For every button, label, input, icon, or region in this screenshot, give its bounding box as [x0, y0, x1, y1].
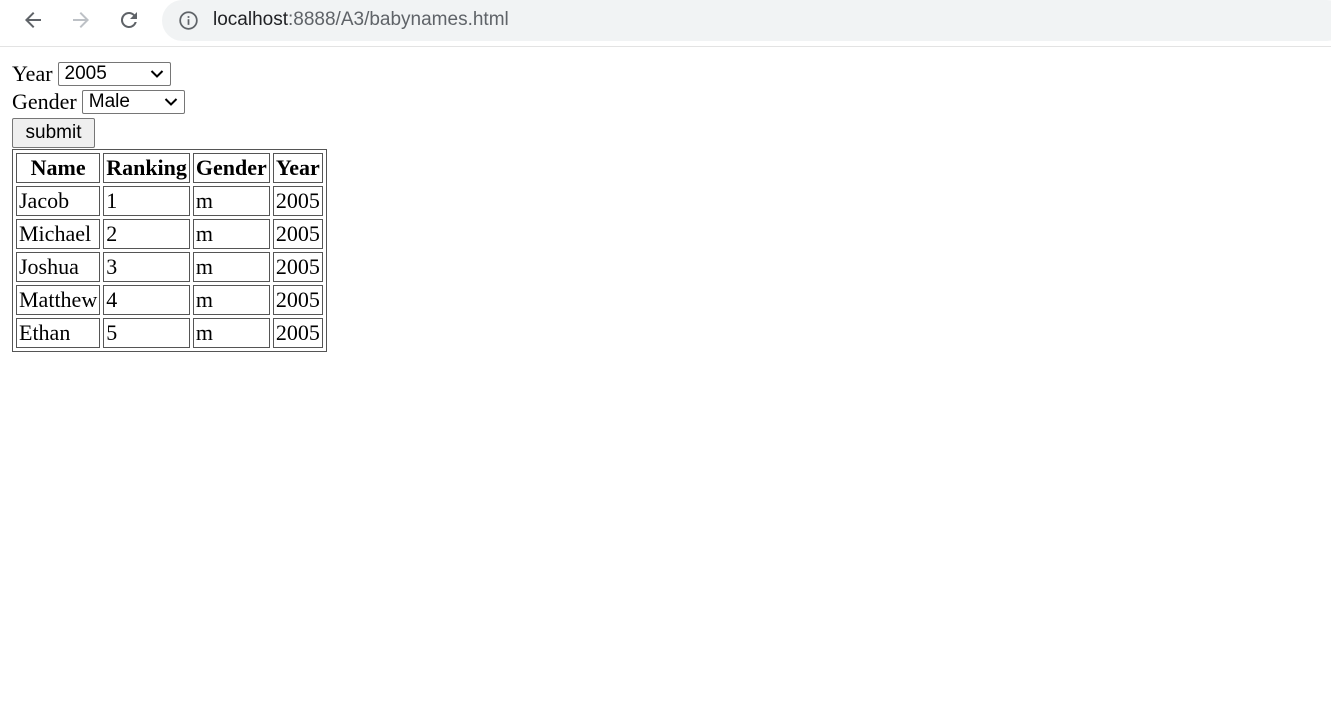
name-cell: Joshua: [16, 252, 101, 282]
back-button[interactable]: [17, 4, 49, 36]
info-icon[interactable]: [178, 10, 199, 31]
column-header: Name: [16, 153, 101, 183]
page-content: Year 2005 Gender Male submit Name Rankin…: [12, 60, 327, 352]
name-cell: Ethan: [16, 318, 101, 348]
ranking-cell: 2: [103, 219, 190, 249]
arrow-left-icon: [25, 12, 41, 28]
gender-cell: m: [192, 219, 270, 249]
ranking-cell: 5: [103, 318, 190, 348]
year-cell: 2005: [272, 252, 323, 282]
arrow-right-icon: [73, 12, 89, 28]
year-select-value: 2005: [64, 63, 107, 84]
url-host: localhost: [213, 9, 288, 30]
year-select[interactable]: 2005: [57, 62, 171, 86]
table-header-row: Name Ranking Gender Year: [16, 153, 323, 183]
table-row: Ethan 5 m 2005: [16, 318, 323, 348]
column-header: Gender: [192, 153, 270, 183]
names-table: Name Ranking Gender Year Jacob 1 m 2005 …: [12, 149, 327, 352]
forward-button[interactable]: [65, 4, 97, 36]
gender-select[interactable]: Male: [81, 90, 185, 114]
year-row: Year 2005: [12, 60, 327, 88]
name-cell: Matthew: [16, 285, 101, 315]
chevron-down-icon: [150, 70, 163, 78]
url-text[interactable]: localhost:8888/A3/babynames.html: [213, 9, 509, 31]
chevron-down-icon: [164, 98, 177, 106]
url-path: :8888/A3/babynames.html: [288, 9, 509, 30]
table-row: Jacob 1 m 2005: [16, 186, 323, 216]
gender-cell: m: [192, 318, 270, 348]
gender-cell: m: [192, 285, 270, 315]
year-cell: 2005: [272, 285, 323, 315]
table-row: Michael 2 m 2005: [16, 219, 323, 249]
address-bar[interactable]: localhost:8888/A3/babynames.html: [162, 0, 1331, 41]
ranking-cell: 1: [103, 186, 190, 216]
column-header: Year: [272, 153, 323, 183]
browser-toolbar: localhost:8888/A3/babynames.html: [0, 0, 1331, 47]
year-label: Year: [12, 61, 53, 86]
year-cell: 2005: [272, 186, 323, 216]
gender-row: Gender Male: [12, 88, 327, 116]
name-cell: Michael: [16, 219, 101, 249]
gender-cell: m: [192, 252, 270, 282]
reload-button[interactable]: [113, 4, 145, 36]
ranking-cell: 4: [103, 285, 190, 315]
submit-button[interactable]: submit: [12, 118, 95, 148]
gender-label: Gender: [12, 89, 77, 114]
gender-select-value: Male: [88, 91, 130, 112]
name-cell: Jacob: [16, 186, 101, 216]
reload-icon: [120, 11, 137, 28]
ranking-cell: 3: [103, 252, 190, 282]
year-cell: 2005: [272, 219, 323, 249]
gender-cell: m: [192, 186, 270, 216]
table-row: Joshua 3 m 2005: [16, 252, 323, 282]
column-header: Ranking: [103, 153, 190, 183]
year-cell: 2005: [272, 318, 323, 348]
table-row: Matthew 4 m 2005: [16, 285, 323, 315]
